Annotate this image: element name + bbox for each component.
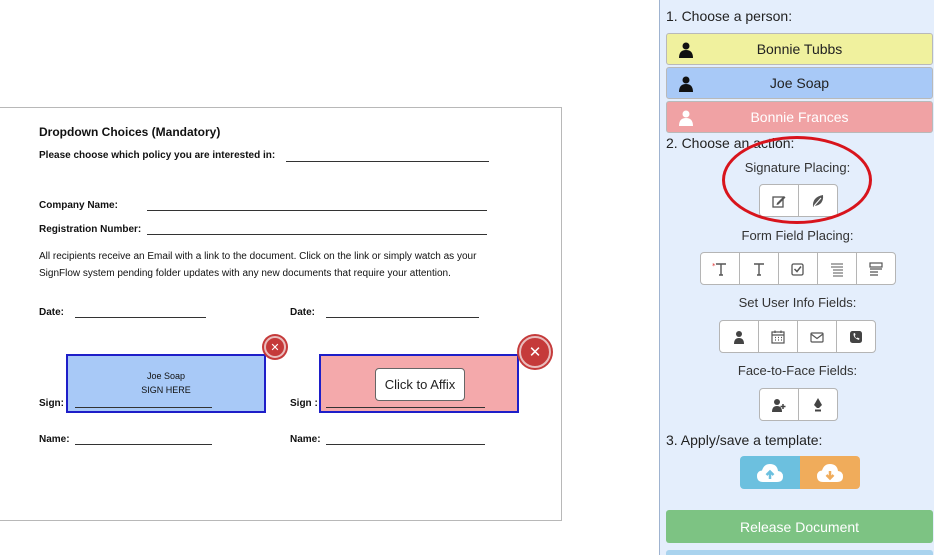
sign-line-right (326, 407, 485, 408)
sign-label-right: Sign : (290, 398, 318, 409)
name-field-right[interactable] (326, 444, 485, 445)
annotation-highlight-ellipse (722, 136, 872, 224)
add-in-person-signer-button[interactable] (759, 388, 799, 421)
text-icon (754, 262, 764, 276)
upload-template-button[interactable] (740, 456, 800, 489)
list-icon (831, 263, 843, 276)
phone-field-button[interactable] (836, 320, 876, 353)
person-name: Bonnie Tubbs (756, 41, 843, 57)
template-group (740, 456, 860, 489)
person-joe-soap[interactable]: Joe Soap (666, 67, 933, 99)
form-field-placing-label: Form Field Placing: (741, 228, 854, 243)
remove-signature-left-icon[interactable]: ✕ (264, 336, 286, 358)
sign-label-left: Sign: (39, 398, 64, 409)
signature-box-joe-soap[interactable]: Joe Soap SIGN HERE (66, 354, 266, 413)
date-field-button[interactable] (758, 320, 798, 353)
cloud-download-icon (817, 463, 843, 482)
company-label: Company Name: (39, 200, 118, 211)
policy-prompt: Please choose which policy you are inter… (39, 150, 276, 161)
face-to-face-label: Face-to-Face Fields: (737, 363, 858, 378)
step-choose-person: 1. Choose a person: (666, 8, 793, 24)
instructions-paragraph: All recipients receive an Email with a l… (39, 251, 477, 279)
mandatory-text-field-button[interactable]: * (700, 252, 740, 285)
download-template-button[interactable] (800, 456, 860, 489)
form-field-group: * (700, 252, 896, 285)
name-label-left: Name: (39, 434, 70, 445)
list-field-button[interactable] (817, 252, 857, 285)
user-icon (734, 330, 744, 344)
set-user-info-label: Set User Info Fields: (738, 295, 857, 310)
user-icon (679, 42, 693, 58)
signature-box-bonnie-frances[interactable]: Click to Affix (319, 354, 519, 413)
person-bonnie-tubbs[interactable]: Bonnie Tubbs (666, 33, 933, 65)
person-name: Joe Soap (769, 75, 830, 91)
date-field-right[interactable] (326, 317, 479, 318)
sign-line-left (75, 407, 212, 408)
signflow-editor: Dropdown Choices (Mandatory) Please choo… (0, 0, 934, 555)
face-to-face-group (759, 388, 838, 421)
date-field-left[interactable] (75, 317, 206, 318)
user-info-group (719, 320, 876, 353)
person-bonnie-frances[interactable]: Bonnie Frances (666, 101, 933, 133)
policy-dropdown-field[interactable] (286, 161, 489, 162)
name-field-left[interactable] (75, 444, 212, 445)
pen-nib-icon (814, 397, 822, 411)
user-name-field-button[interactable] (719, 320, 759, 353)
document-page: Dropdown Choices (Mandatory) Please choo… (0, 107, 562, 521)
name-label-right: Name: (290, 434, 321, 445)
email-field-button[interactable] (797, 320, 837, 353)
click-to-affix-button[interactable]: Click to Affix (375, 368, 465, 401)
registration-label: Registration Number: (39, 224, 142, 235)
checkbox-field-button[interactable] (778, 252, 818, 285)
next-panel-button[interactable] (666, 550, 933, 555)
company-field[interactable] (147, 210, 487, 211)
text-field-button[interactable] (739, 252, 779, 285)
svg-text:*: * (712, 262, 716, 270)
remove-signature-right-icon[interactable]: ✕ (519, 336, 551, 368)
step-apply-template: 3. Apply/save a template: (666, 432, 823, 448)
signature-box-name: Joe Soap (146, 371, 186, 381)
release-document-button[interactable]: Release Document (666, 510, 933, 543)
checkbox-icon (791, 262, 804, 276)
action-panel: 1. Choose a person: Bonnie Tubbs Joe Soa… (659, 0, 934, 555)
section-title: Dropdown Choices (Mandatory) (39, 125, 221, 139)
dropdown-icon (869, 261, 883, 276)
date-label-left: Date: (39, 307, 65, 318)
calendar-icon (771, 330, 785, 344)
phone-icon (850, 330, 862, 343)
person-name: Bonnie Frances (750, 109, 849, 125)
cloud-upload-icon (757, 463, 783, 482)
signature-box-hint: SIGN HERE (141, 385, 191, 395)
required-text-icon: * (712, 262, 726, 276)
user-icon (679, 76, 693, 92)
user-plus-icon (772, 398, 786, 412)
in-person-sign-button[interactable] (798, 388, 838, 421)
date-label-right: Date: (290, 307, 316, 318)
user-icon (679, 110, 693, 126)
dropdown-field-button[interactable] (856, 252, 896, 285)
envelope-icon (810, 331, 824, 343)
registration-field[interactable] (147, 234, 487, 235)
